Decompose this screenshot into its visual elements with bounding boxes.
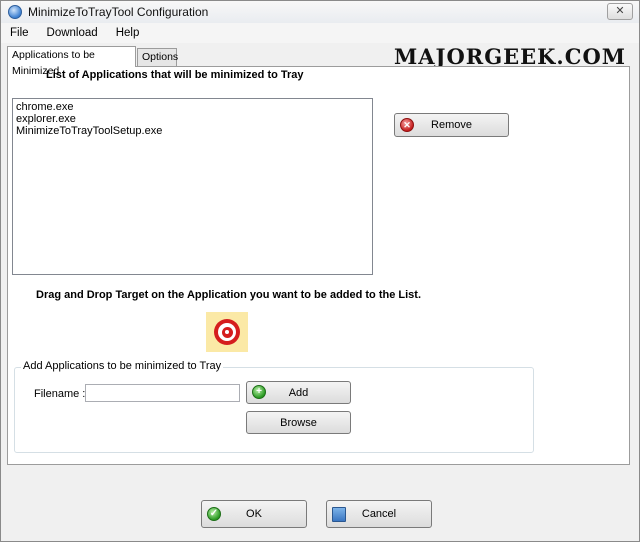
remove-button-label: Remove	[431, 119, 472, 131]
remove-icon: ✕	[400, 118, 414, 132]
config-window: MinimizeToTrayTool Configuration ✕ File …	[0, 0, 640, 542]
exit-door-icon	[332, 507, 346, 522]
ok-button-label: OK	[246, 508, 262, 520]
add-button[interactable]: + Add	[246, 381, 351, 404]
cancel-button-label: Cancel	[361, 508, 397, 520]
browse-button-label: Browse	[280, 416, 317, 429]
app-icon	[8, 5, 22, 19]
browse-button[interactable]: Browse	[246, 411, 351, 434]
filename-label: Filename :	[34, 388, 86, 400]
add-icon: +	[252, 385, 266, 399]
add-button-label: Add	[288, 386, 309, 399]
list-title: List of Applications that will be minimi…	[46, 69, 304, 81]
list-item[interactable]: explorer.exe	[16, 113, 369, 125]
list-item[interactable]: chrome.exe	[16, 101, 369, 113]
add-group-legend: Add Applications to be minimized to Tray	[21, 360, 224, 372]
target-icon[interactable]	[206, 312, 248, 352]
cancel-button[interactable]: Cancel	[326, 500, 432, 528]
title-bar[interactable]: MinimizeToTrayTool Configuration ✕	[1, 1, 639, 23]
menu-help[interactable]: Help	[107, 23, 149, 43]
drag-title: Drag and Drop Target on the Application …	[36, 289, 422, 301]
menu-file[interactable]: File	[1, 23, 38, 43]
add-group-box	[14, 367, 534, 453]
tab-options[interactable]: Options	[137, 48, 178, 66]
close-button[interactable]: ✕	[607, 3, 633, 20]
tab-applications[interactable]: Applications to be Minimized	[7, 46, 136, 77]
menu-download[interactable]: Download	[38, 23, 107, 43]
checkmark-icon: ✓	[207, 507, 221, 521]
remove-button[interactable]: ✕ Remove	[394, 113, 509, 137]
ok-button[interactable]: ✓ OK	[201, 500, 307, 528]
filename-input[interactable]	[85, 384, 240, 402]
menu-bar: File Download Help	[1, 23, 639, 43]
list-item[interactable]: MinimizeToTrayToolSetup.exe	[16, 125, 369, 137]
window-title: MinimizeToTrayTool Configuration	[28, 5, 209, 19]
applications-listbox[interactable]: chrome.exe explorer.exe MinimizeToTrayTo…	[12, 98, 373, 275]
